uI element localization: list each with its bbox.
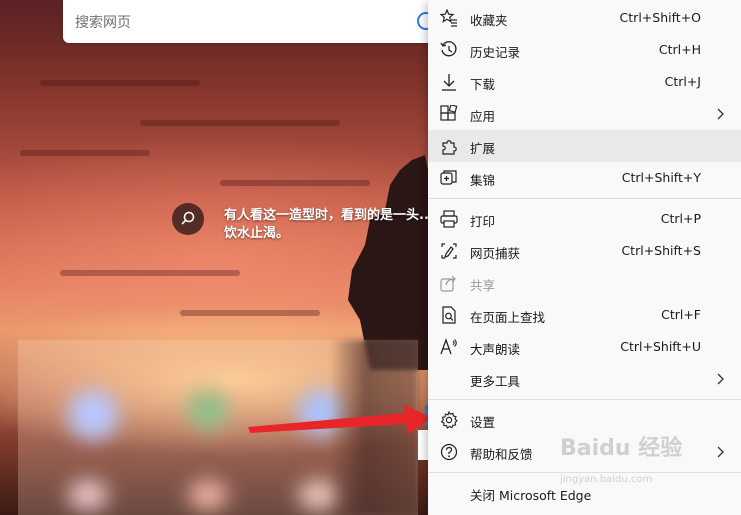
menu-item-downloads[interactable]: 下载 Ctrl+J — [428, 66, 741, 98]
menu-divider — [428, 399, 741, 400]
menu-item-label: 网页捕获 — [470, 246, 521, 261]
watermark-text: Baidu 经验 — [560, 436, 683, 461]
shortcut: Ctrl+H — [658, 42, 701, 57]
collections-icon — [440, 170, 457, 185]
chevron-right-icon — [717, 373, 724, 385]
menu-item-label: 打印 — [470, 214, 496, 229]
menu-item-label: 共享 — [470, 278, 496, 293]
help-icon — [440, 443, 458, 461]
print-icon — [440, 210, 458, 228]
find-icon — [442, 306, 456, 324]
menu-item-read-aloud[interactable]: 大声朗读 Ctrl+Shift+U — [428, 331, 741, 363]
menu-item-share: 共享 — [428, 267, 741, 299]
shortcut: Ctrl+P — [660, 211, 701, 226]
extensions-icon — [442, 140, 457, 155]
menu-item-web-capture[interactable]: 网页捕获 Ctrl+Shift+S — [428, 235, 741, 267]
gear-icon — [440, 411, 458, 429]
menu-item-find[interactable]: 在页面上查找 Ctrl+F — [428, 299, 741, 331]
web-capture-icon — [441, 243, 457, 259]
watermark-url: jingyan.baidu.com — [560, 474, 653, 485]
menu-item-label: 历史记录 — [470, 45, 521, 60]
menu-item-label: 收藏夹 — [470, 13, 508, 28]
menu-item-label: 更多工具 — [470, 374, 521, 389]
history-icon — [440, 41, 457, 57]
menu-item-label: 扩展 — [470, 141, 496, 156]
menu-item-label: 应用 — [470, 109, 496, 124]
menu-item-favorites[interactable]: 收藏夹 Ctrl+Shift+O — [428, 2, 741, 34]
shortcut: Ctrl+F — [661, 307, 701, 322]
menu-item-apps[interactable]: 应用 — [428, 98, 741, 130]
menu-item-label: 帮助和反馈 — [470, 447, 533, 462]
apps-icon — [440, 105, 458, 121]
menu-item-label: 在页面上查找 — [470, 310, 546, 325]
star-list-icon — [440, 9, 457, 27]
menu-item-history[interactable]: 历史记录 Ctrl+H — [428, 34, 741, 66]
baidu-watermark: Baidu 经验 jingyan.baidu.com — [560, 430, 740, 500]
menu-item-more-tools[interactable]: 更多工具 — [428, 363, 741, 395]
menu-item-label: 集锦 — [470, 173, 496, 188]
read-aloud-icon — [440, 338, 457, 355]
menu-item-print[interactable]: 打印 Ctrl+P — [428, 203, 741, 235]
menu-divider — [428, 198, 741, 199]
shortcut: Ctrl+J — [664, 74, 701, 89]
chevron-right-icon — [717, 108, 724, 120]
menu-item-label: 设置 — [470, 415, 496, 430]
shortcut: Ctrl+Shift+Y — [621, 170, 701, 185]
shortcut: Ctrl+Shift+O — [619, 10, 701, 25]
share-icon — [440, 275, 456, 292]
download-icon — [442, 74, 456, 91]
menu-item-label: 下载 — [470, 77, 496, 92]
shortcut: Ctrl+Shift+S — [621, 243, 701, 258]
menu-item-label: 大声朗读 — [470, 342, 521, 357]
menu-item-extensions[interactable]: 扩展 — [428, 130, 741, 162]
menu-item-collections[interactable]: 集锦 Ctrl+Shift+Y — [428, 162, 741, 194]
shortcut: Ctrl+Shift+U — [620, 339, 701, 354]
